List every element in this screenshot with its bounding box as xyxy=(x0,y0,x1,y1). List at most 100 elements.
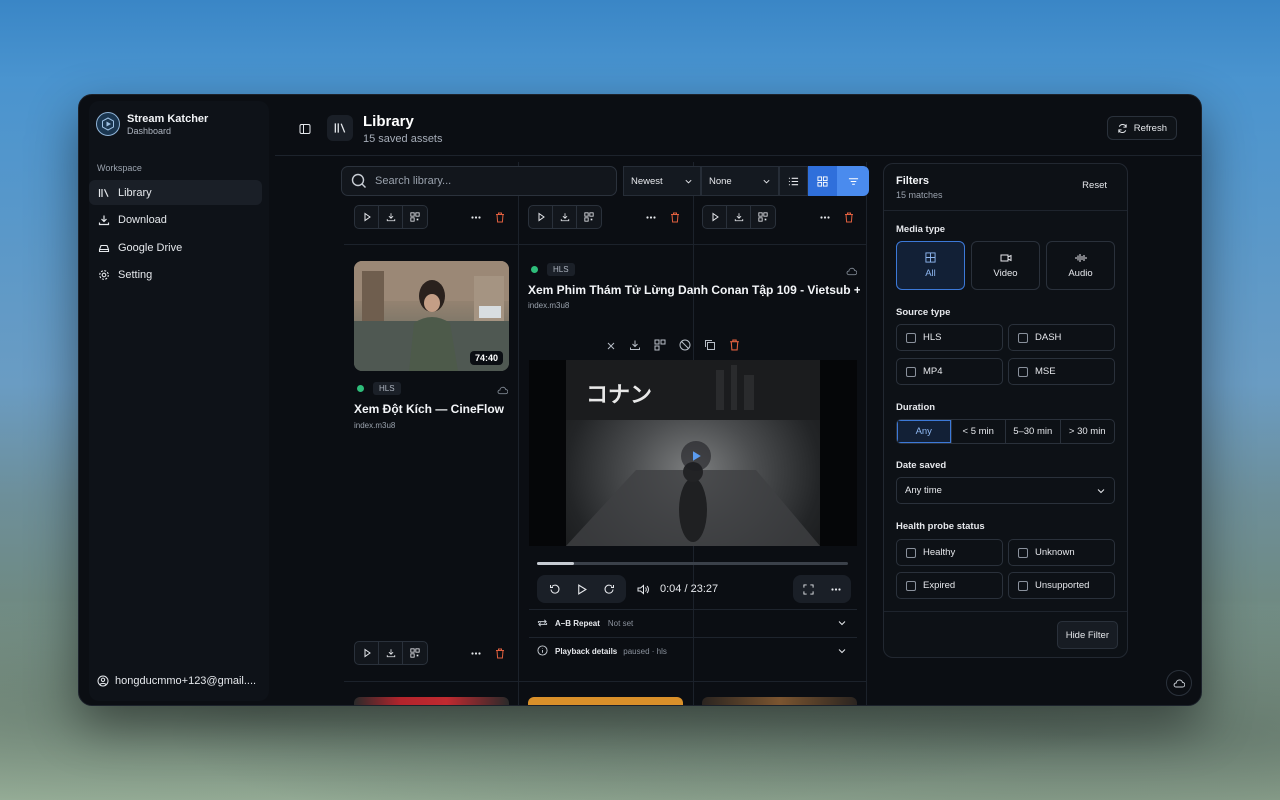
sidebar-item-library[interactable]: Library xyxy=(89,180,262,205)
download-icon[interactable] xyxy=(629,338,641,356)
health-checkbox-unsupported[interactable]: Unsupported xyxy=(1008,572,1115,599)
duration-label: Duration xyxy=(896,402,936,413)
qr-code-icon[interactable] xyxy=(403,642,427,664)
volume-icon[interactable] xyxy=(626,583,660,595)
more-options-icon[interactable] xyxy=(467,651,485,655)
trash-icon[interactable] xyxy=(840,212,858,223)
source-checkbox-dash[interactable]: DASH xyxy=(1008,324,1115,351)
source-checkbox-mse[interactable]: MSE xyxy=(1008,358,1115,385)
checkbox xyxy=(1018,547,1028,558)
rewind-icon[interactable] xyxy=(541,575,568,603)
play-icon[interactable] xyxy=(568,575,595,603)
checkbox-label: DASH xyxy=(1035,332,1062,343)
search-icon xyxy=(351,173,366,188)
fullscreen-icon[interactable] xyxy=(795,575,822,603)
play-icon[interactable] xyxy=(355,642,379,664)
divider xyxy=(884,210,1127,211)
play-icon[interactable] xyxy=(703,206,727,228)
checkbox-label: Unsupported xyxy=(1035,580,1090,591)
sidebar-item-label: Setting xyxy=(118,269,153,282)
info-icon xyxy=(537,645,555,658)
trash-icon[interactable] xyxy=(666,212,684,223)
checkbox-label: Expired xyxy=(923,580,956,591)
source-checkbox-mp4[interactable]: MP4 xyxy=(896,358,1003,385)
duration-5-30[interactable]: 5–30 min xyxy=(1006,420,1061,443)
refresh-button[interactable]: Refresh xyxy=(1106,116,1177,140)
progress-fill xyxy=(537,562,575,565)
library-icon xyxy=(98,188,109,197)
checkbox-label: Healthy xyxy=(923,547,956,558)
qr-code-icon[interactable] xyxy=(577,206,601,228)
sidebar-item-setting[interactable]: Setting xyxy=(89,263,262,288)
trash-icon[interactable] xyxy=(491,212,509,223)
date-saved-select[interactable]: Any time xyxy=(896,477,1115,504)
duration-under-5[interactable]: < 5 min xyxy=(952,420,1006,443)
close-icon[interactable] xyxy=(606,338,616,356)
video-thumbnail[interactable]: 74:40 xyxy=(354,261,509,371)
app-subtitle: Dashboard xyxy=(127,125,172,136)
probe-icon[interactable] xyxy=(679,338,691,356)
row-divider xyxy=(344,244,867,245)
sidebar-item-google-drive[interactable]: Google Drive xyxy=(89,235,262,260)
playback-details-row[interactable]: Playback details paused · hls xyxy=(529,637,857,665)
chevron-down-icon xyxy=(763,179,770,183)
media-type-all[interactable]: All xyxy=(896,241,965,290)
playback-progress[interactable] xyxy=(537,562,848,565)
trash-icon[interactable] xyxy=(491,648,509,659)
play-icon[interactable] xyxy=(355,206,379,228)
copy-icon[interactable] xyxy=(704,338,716,356)
source-checkbox-hls[interactable]: HLS xyxy=(896,324,1003,351)
more-options-icon[interactable] xyxy=(822,575,849,603)
play-button[interactable] xyxy=(681,441,711,471)
video-camera-icon xyxy=(1000,254,1011,261)
duration-badge: 74:40 xyxy=(469,351,503,365)
health-checkbox-unknown[interactable]: Unknown xyxy=(1008,539,1115,566)
group-select[interactable]: None xyxy=(701,166,779,196)
media-type-video[interactable]: Video xyxy=(971,241,1040,290)
download-icon[interactable] xyxy=(553,206,577,228)
user-account[interactable]: hongducmmo+123@gmail.... xyxy=(97,675,256,687)
card-title[interactable]: Xem Đột Kích — CineFlow xyxy=(354,402,504,416)
search-input[interactable]: Search library... xyxy=(341,166,617,196)
list-view-button[interactable] xyxy=(779,166,808,196)
forward-icon[interactable] xyxy=(595,575,622,603)
card-title[interactable]: Xem Phim Thám Tử Lừng Danh Conan Tập 109… xyxy=(528,283,860,297)
health-checkbox-healthy[interactable]: Healthy xyxy=(896,539,1003,566)
download-icon[interactable] xyxy=(379,642,403,664)
duration-over-30[interactable]: > 30 min xyxy=(1061,420,1115,443)
user-icon xyxy=(97,675,109,687)
qr-code-icon[interactable] xyxy=(654,338,666,356)
checkbox-label: MSE xyxy=(1035,366,1056,377)
more-options-icon[interactable] xyxy=(816,215,834,219)
sort-select[interactable]: Newest xyxy=(623,166,701,196)
more-options-icon[interactable] xyxy=(642,215,660,219)
more-options-icon[interactable] xyxy=(467,215,485,219)
divider xyxy=(884,611,1127,612)
qr-code-icon[interactable] xyxy=(403,206,427,228)
reset-button[interactable]: Reset xyxy=(1082,180,1107,191)
grid-view-button[interactable] xyxy=(808,166,837,196)
play-icon[interactable] xyxy=(529,206,553,228)
media-type-audio[interactable]: Audio xyxy=(1046,241,1115,290)
app-window: Stream Katcher Dashboard Workspace Libra… xyxy=(78,94,1202,706)
filter-toggle-button[interactable] xyxy=(837,166,869,196)
next-thumbnail[interactable] xyxy=(702,697,857,705)
hide-filter-button[interactable]: Hide Filter xyxy=(1056,621,1118,649)
sidebar-toggle-icon[interactable] xyxy=(299,122,311,140)
ab-repeat-label: A–B Repeat xyxy=(555,619,600,628)
next-thumbnail[interactable] xyxy=(528,697,683,705)
health-checkbox-expired[interactable]: Expired xyxy=(896,572,1003,599)
page-title: Library xyxy=(363,113,414,130)
duration-any[interactable]: Any xyxy=(897,420,952,443)
video-player[interactable]: コナン xyxy=(529,360,857,546)
trash-icon[interactable] xyxy=(729,338,740,356)
sidebar-item-download[interactable]: Download xyxy=(89,208,262,233)
next-thumbnail[interactable] xyxy=(354,697,509,705)
ab-repeat-row[interactable]: A–B Repeat Not set xyxy=(529,609,857,637)
download-icon[interactable] xyxy=(379,206,403,228)
workspace-label: Workspace xyxy=(97,163,142,173)
cloud-sync-button[interactable] xyxy=(1166,670,1192,696)
brand: Stream Katcher Dashboard xyxy=(96,112,208,136)
qr-code-icon[interactable] xyxy=(751,206,775,228)
download-icon[interactable] xyxy=(727,206,751,228)
